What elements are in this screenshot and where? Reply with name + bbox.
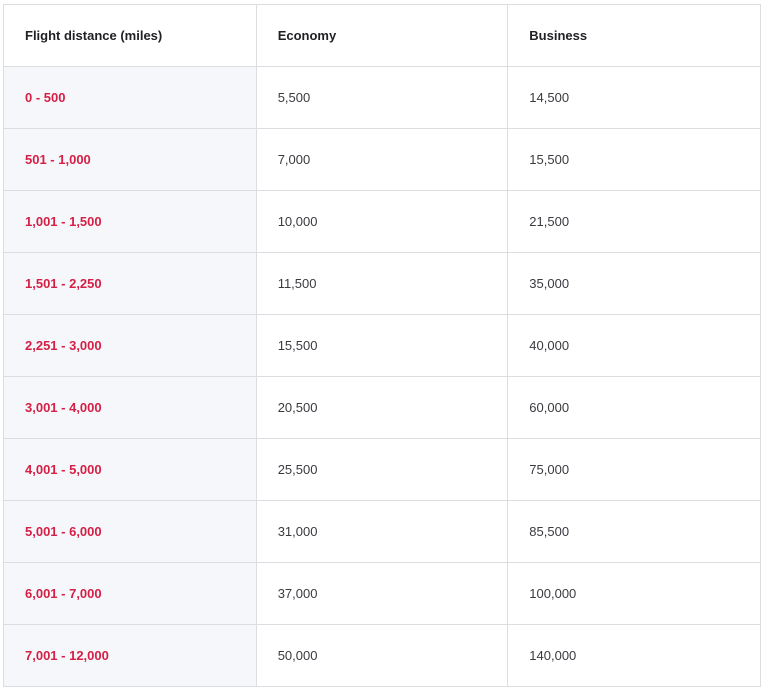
table-row: 501 - 1,000 7,000 15,500 xyxy=(3,128,761,191)
business-cell: 75,000 xyxy=(507,438,761,501)
economy-cell: 50,000 xyxy=(255,624,509,687)
business-cell: 140,000 xyxy=(507,624,761,687)
business-cell: 21,500 xyxy=(507,190,761,253)
distance-cell: 1,501 - 2,250 xyxy=(3,252,257,315)
business-cell: 14,500 xyxy=(507,66,761,129)
award-chart-table: Flight distance (miles) Economy Business… xyxy=(3,4,761,687)
economy-cell: 10,000 xyxy=(255,190,509,253)
business-cell: 35,000 xyxy=(507,252,761,315)
economy-cell: 31,000 xyxy=(255,500,509,563)
economy-cell: 37,000 xyxy=(255,562,509,625)
distance-cell: 7,001 - 12,000 xyxy=(3,624,257,687)
distance-cell: 2,251 - 3,000 xyxy=(3,314,257,377)
distance-cell: 6,001 - 7,000 xyxy=(3,562,257,625)
table-row: 4,001 - 5,000 25,500 75,000 xyxy=(3,438,761,501)
distance-cell: 4,001 - 5,000 xyxy=(3,438,257,501)
table-header-row: Flight distance (miles) Economy Business xyxy=(3,4,761,67)
table-row: 1,501 - 2,250 11,500 35,000 xyxy=(3,252,761,315)
business-cell: 100,000 xyxy=(507,562,761,625)
header-economy: Economy xyxy=(255,4,509,67)
business-cell: 40,000 xyxy=(507,314,761,377)
business-cell: 85,500 xyxy=(507,500,761,563)
table-row: 7,001 - 12,000 50,000 140,000 xyxy=(3,624,761,687)
table-row: 3,001 - 4,000 20,500 60,000 xyxy=(3,376,761,439)
economy-cell: 11,500 xyxy=(255,252,509,315)
economy-cell: 5,500 xyxy=(255,66,509,129)
distance-cell: 3,001 - 4,000 xyxy=(3,376,257,439)
distance-cell: 0 - 500 xyxy=(3,66,257,129)
header-flight-distance: Flight distance (miles) xyxy=(3,4,257,67)
table-body: 0 - 500 5,500 14,500 501 - 1,000 7,000 1… xyxy=(3,66,761,687)
economy-cell: 20,500 xyxy=(255,376,509,439)
economy-cell: 15,500 xyxy=(255,314,509,377)
business-cell: 15,500 xyxy=(507,128,761,191)
business-cell: 60,000 xyxy=(507,376,761,439)
economy-cell: 25,500 xyxy=(255,438,509,501)
table-row: 2,251 - 3,000 15,500 40,000 xyxy=(3,314,761,377)
table-row: 1,001 - 1,500 10,000 21,500 xyxy=(3,190,761,253)
distance-cell: 5,001 - 6,000 xyxy=(3,500,257,563)
table-row: 0 - 500 5,500 14,500 xyxy=(3,66,761,129)
economy-cell: 7,000 xyxy=(255,128,509,191)
header-business: Business xyxy=(507,4,761,67)
table-row: 6,001 - 7,000 37,000 100,000 xyxy=(3,562,761,625)
distance-cell: 1,001 - 1,500 xyxy=(3,190,257,253)
table-row: 5,001 - 6,000 31,000 85,500 xyxy=(3,500,761,563)
distance-cell: 501 - 1,000 xyxy=(3,128,257,191)
